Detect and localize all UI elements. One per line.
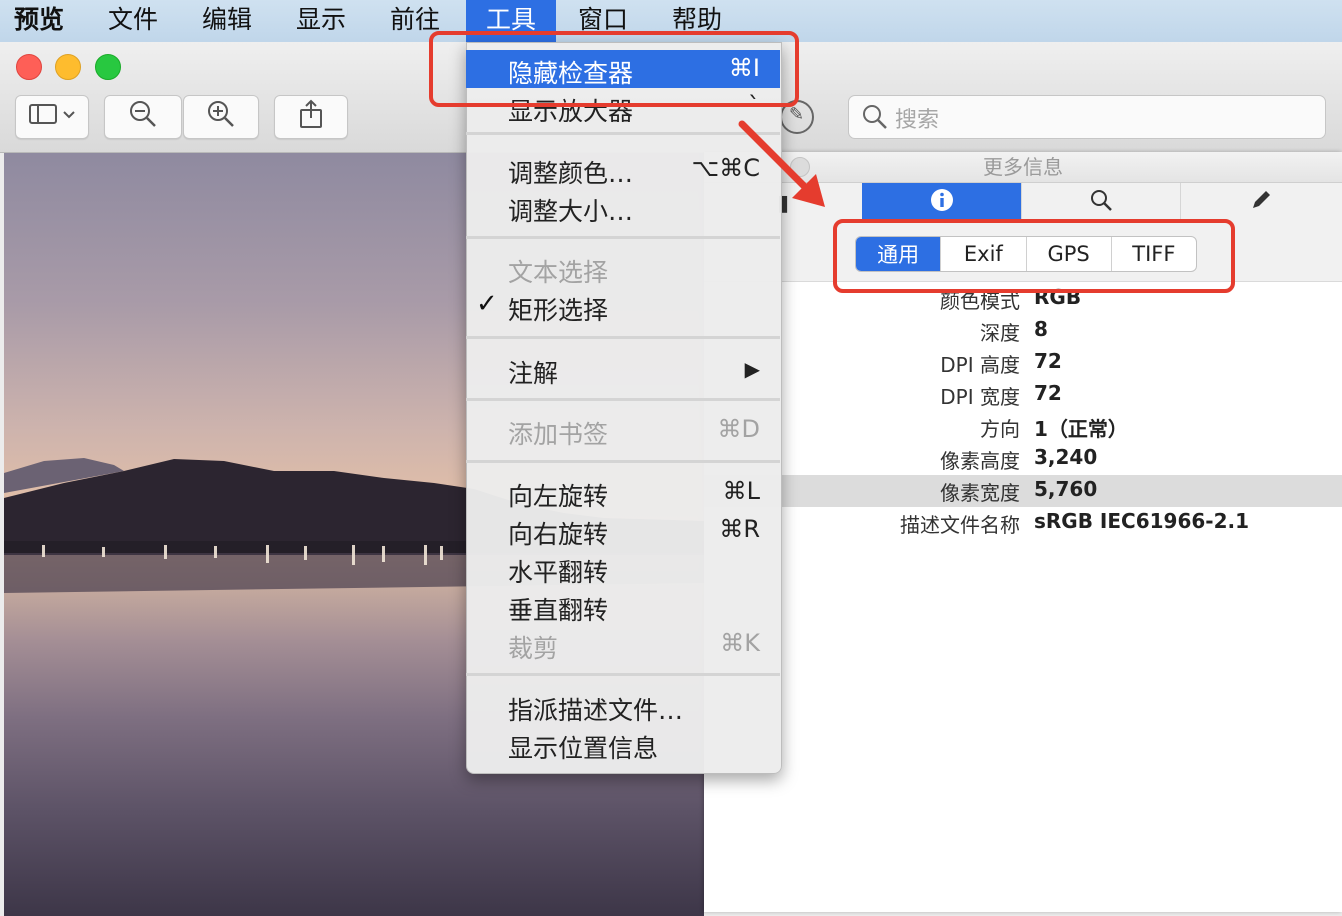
menu-item-label: 调整大小…	[508, 197, 634, 226]
sidebar-toggle-button[interactable]	[15, 95, 89, 139]
menu-item-show-location-info[interactable]: 显示位置信息	[466, 725, 780, 763]
search-placeholder: 搜索	[895, 108, 940, 133]
menu-item-label: 向右旋转	[508, 520, 609, 549]
magnifier-icon	[1089, 188, 1113, 218]
menu-item-label: 指派描述文件…	[508, 696, 684, 725]
menu-item-rotate-left[interactable]: 向左旋转 ⌘L	[466, 473, 780, 511]
property-key: 像素宽度	[940, 481, 1020, 505]
menu-view[interactable]: 显示	[282, 0, 360, 42]
menu-edit[interactable]: 编辑	[188, 0, 266, 42]
menu-item-label: 添加书签	[508, 420, 609, 449]
zoom-in-icon	[206, 99, 236, 135]
menu-item-label: 水平翻转	[508, 558, 609, 587]
menu-item-shortcut: ⌘D	[717, 415, 760, 443]
annotation-highlight-menu-item	[429, 31, 799, 107]
zoom-out-button[interactable]	[104, 95, 182, 139]
sidebar-icon	[28, 102, 76, 132]
menu-item-text-selection: 文本选择	[466, 249, 780, 287]
menu-item-label: 文本选择	[508, 258, 609, 287]
info-icon	[930, 188, 954, 218]
menu-item-label: 裁剪	[508, 634, 559, 663]
pencil-icon	[1249, 188, 1273, 218]
menu-separator	[466, 398, 780, 401]
tab-annotations[interactable]	[1180, 183, 1342, 223]
checkmark-icon: ✓	[476, 289, 498, 319]
menu-item-label: 调整颜色…	[508, 159, 634, 188]
zoom-in-button[interactable]	[183, 95, 259, 139]
annotation-arrow-icon	[738, 120, 825, 207]
search-field[interactable]: 搜索	[848, 95, 1326, 139]
menu-item-shortcut: ⌘L	[722, 477, 760, 505]
menu-item-shortcut: ⌘K	[720, 629, 760, 657]
property-key: DPI 高度	[940, 353, 1020, 377]
menu-app[interactable]: 预览	[0, 0, 78, 42]
menu-item-label: 注解	[508, 359, 559, 388]
menu-separator	[466, 460, 780, 463]
property-value: 3,240	[1034, 445, 1098, 469]
menu-separator	[466, 236, 780, 239]
tab-search[interactable]	[1021, 183, 1181, 223]
zoom-window-button[interactable]	[95, 54, 121, 80]
share-icon	[298, 99, 324, 135]
menu-item-assign-profile[interactable]: 指派描述文件…	[466, 687, 780, 725]
zoom-out-icon	[128, 99, 158, 135]
share-button[interactable]	[274, 95, 348, 139]
property-key: 方向	[980, 417, 1020, 441]
property-row: 方向 1（正常）	[704, 411, 1342, 443]
property-key: DPI 宽度	[940, 385, 1020, 409]
menu-item-label: 向左旋转	[508, 482, 609, 511]
menu-item-add-bookmark: 添加书签 ⌘D	[466, 411, 780, 449]
property-row: DPI 高度 72	[704, 347, 1342, 379]
property-row: 描述文件名称 sRGB IEC61966-2.1	[704, 507, 1342, 539]
property-value: 72	[1034, 349, 1062, 373]
menu-item-annotate[interactable]: 注解 ▶	[466, 350, 780, 388]
menu-item-label: 矩形选择	[508, 296, 609, 325]
menu-item-shortcut: ⌘R	[719, 515, 760, 543]
property-row: 深度 8	[704, 315, 1342, 347]
property-row: 像素高度 3,240	[704, 443, 1342, 475]
submenu-arrow-icon: ▶	[744, 357, 760, 381]
menu-item-crop: 裁剪 ⌘K	[466, 625, 780, 663]
property-key: 像素高度	[940, 449, 1020, 473]
property-key: 深度	[980, 321, 1020, 345]
menu-separator	[466, 336, 780, 339]
property-row: DPI 宽度 72	[704, 379, 1342, 411]
menu-item-label: 垂直翻转	[508, 596, 609, 625]
property-row-selected[interactable]: 像素宽度 5,760	[704, 475, 1342, 507]
menu-item-flip-vertical[interactable]: 垂直翻转	[466, 587, 780, 625]
property-value: sRGB IEC61966-2.1	[1034, 509, 1250, 533]
property-value: 72	[1034, 381, 1062, 405]
search-icon	[861, 103, 889, 135]
menu-item-label: 显示位置信息	[508, 734, 659, 763]
menu-item-rotate-right[interactable]: 向右旋转 ⌘R	[466, 511, 780, 549]
property-value: 1（正常）	[1034, 417, 1128, 441]
minimize-window-button[interactable]	[55, 54, 81, 80]
annotation-highlight-segments	[833, 219, 1235, 293]
menu-file[interactable]: 文件	[94, 0, 172, 42]
property-value: 5,760	[1034, 477, 1098, 501]
menu-item-flip-horizontal[interactable]: 水平翻转	[466, 549, 780, 587]
tab-more-info[interactable]	[862, 183, 1022, 223]
close-window-button[interactable]	[16, 54, 42, 80]
menu-separator	[466, 673, 780, 676]
menu-item-rectangular-selection[interactable]: ✓ 矩形选择	[466, 287, 780, 325]
property-key: 描述文件名称	[900, 513, 1020, 537]
property-value: 8	[1034, 317, 1048, 341]
